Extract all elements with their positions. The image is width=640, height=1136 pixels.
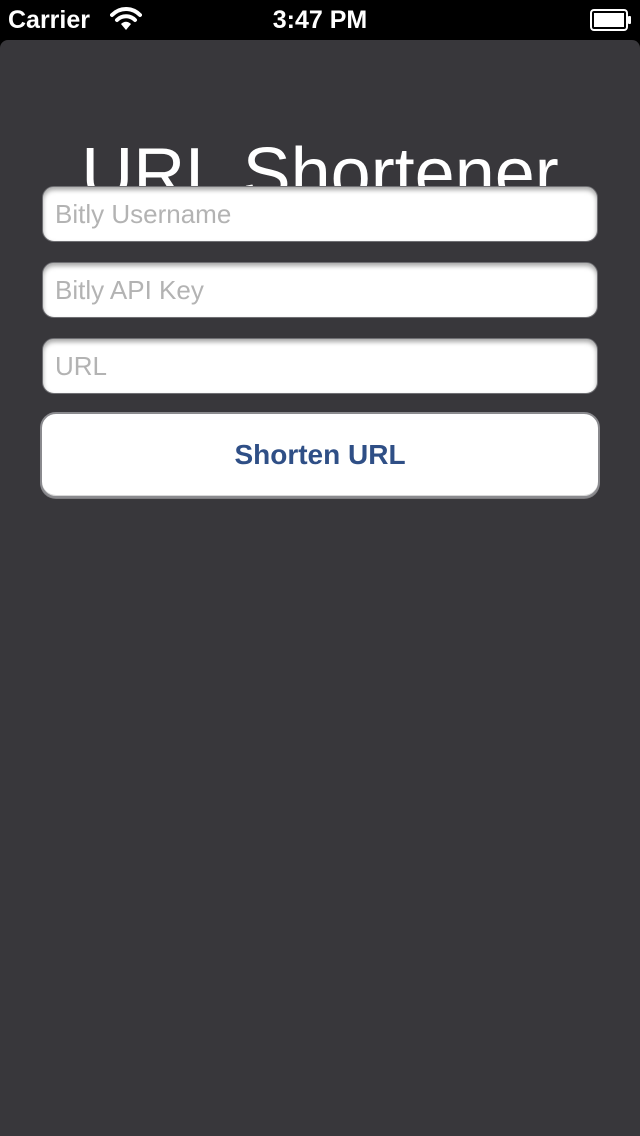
url-shortener-screen: URL Shortener Shorten URL <box>0 40 640 1136</box>
bitly-api-key-field[interactable] <box>42 262 598 318</box>
url-field[interactable] <box>42 338 598 394</box>
bitly-username-field[interactable] <box>42 186 598 242</box>
shorten-url-button[interactable]: Shorten URL <box>40 412 600 498</box>
status-time: 3:47 PM <box>272 6 368 34</box>
battery-icon <box>590 8 632 32</box>
status-bar: Carrier 3:47 PM <box>0 0 640 40</box>
